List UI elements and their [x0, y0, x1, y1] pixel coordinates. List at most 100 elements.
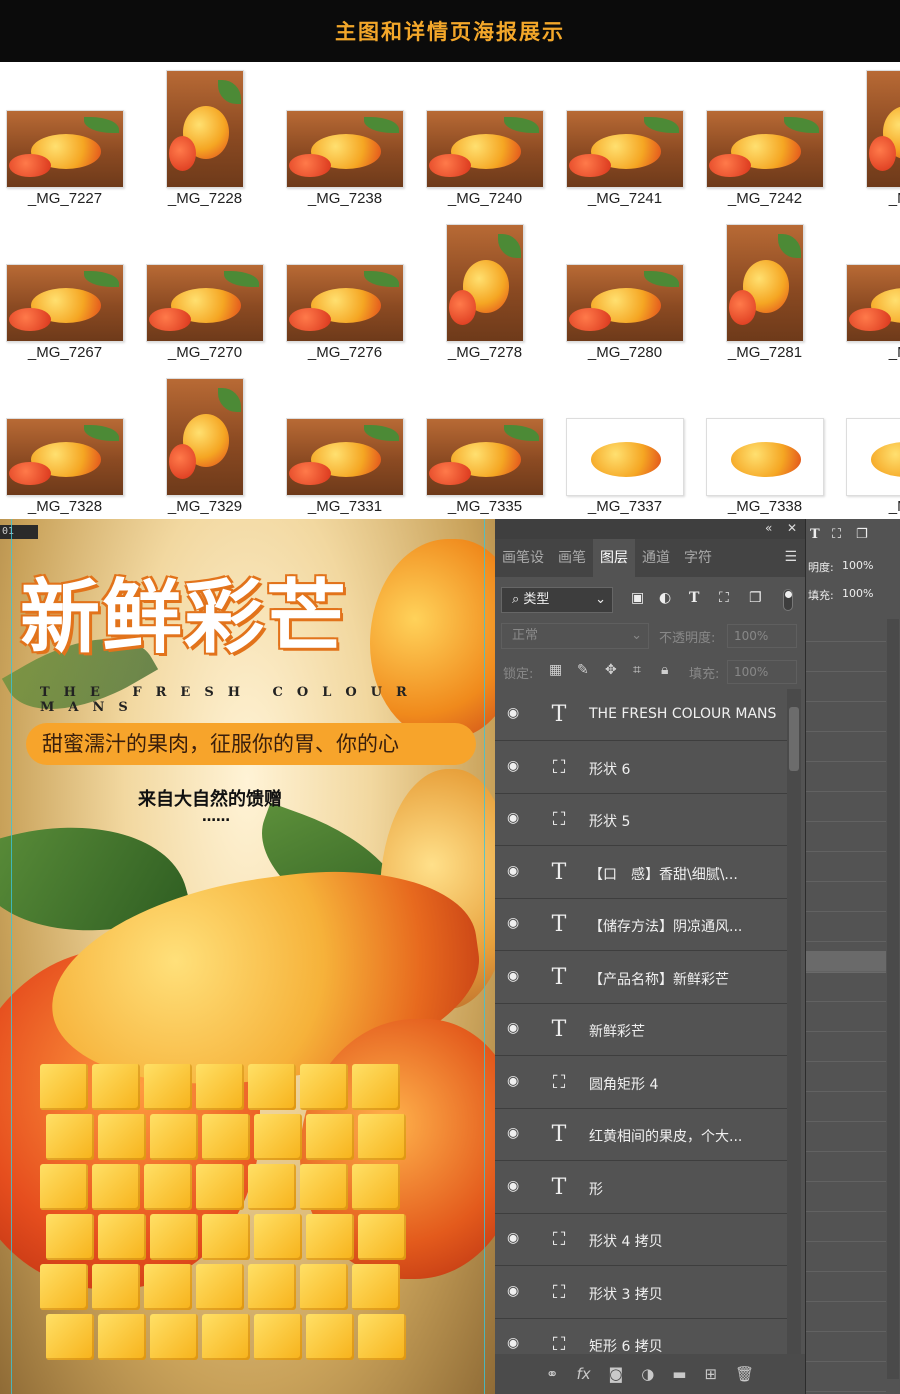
tab-1[interactable]: 画笔 [551, 539, 593, 577]
lock-all-icon[interactable]: 🔒︎ [661, 662, 668, 678]
close-icon[interactable]: ✕ [787, 521, 797, 535]
layer-name[interactable]: 形状 4 拷贝 [589, 1231, 663, 1251]
layer-row[interactable]: ◉ T 【口 感】香甜\细腻\... [495, 846, 787, 899]
shape-filter-icon[interactable]: ⛶ [719, 590, 729, 606]
guide-line-right[interactable] [484, 519, 485, 1394]
layer-mask-icon[interactable]: ◙ [609, 1365, 624, 1383]
thumbnail[interactable]: _MG_7329 [146, 370, 264, 518]
thumbnail[interactable]: _MG [846, 370, 900, 518]
thumbnail[interactable]: _MG_7281 [706, 216, 824, 364]
thumbnail[interactable]: _MG_7228 [146, 62, 264, 210]
layer-name[interactable]: 【产品名称】新鲜彩芒 [589, 969, 729, 989]
eye-icon[interactable]: ◉ [507, 1020, 523, 1036]
layer-row[interactable]: ◉ ⛶ 形状 3 拷贝 [495, 1266, 787, 1319]
guide-line-left[interactable] [11, 519, 12, 1394]
tab-2[interactable]: 图层 [593, 539, 635, 577]
layer-name[interactable]: 【口 感】香甜\细腻\... [589, 864, 738, 884]
layer-row[interactable]: ◉ T THE FRESH COLOUR MANS [495, 689, 787, 741]
thumbnail[interactable]: _MG_7240 [426, 62, 544, 210]
layer-row[interactable]: ◉ ⛶ 形状 5 [495, 794, 787, 846]
tab-0[interactable]: 画笔设 [495, 539, 551, 577]
smart-object-icon[interactable]: ❐ [856, 527, 868, 542]
layer-row[interactable]: ◉ ⛶ 形状 4 拷贝 [495, 1214, 787, 1266]
props-fill-value[interactable]: 100% [842, 587, 873, 600]
adjustment-layer-icon[interactable]: ◑ [641, 1365, 654, 1383]
thumbnail[interactable]: _MG_7337 [566, 370, 684, 518]
canvas-area[interactable]: 01 新鲜彩芒 THE FRESH COLOUR MANS 甜蜜濡汁的果肉，征服… [0, 519, 495, 1394]
eye-icon[interactable]: ◉ [507, 1283, 523, 1299]
eye-icon[interactable]: ◉ [507, 1125, 523, 1141]
new-group-icon[interactable]: ▬ [672, 1365, 686, 1383]
type-filter-icon[interactable]: T [689, 590, 699, 606]
fill-input[interactable]: 100% [727, 660, 797, 684]
thumbnail[interactable]: _MG_7242 [706, 62, 824, 210]
trash-icon[interactable]: 🗑︎ [735, 1365, 754, 1383]
thumbnail[interactable]: _MG_7267 [6, 216, 124, 364]
eye-icon[interactable]: ◉ [507, 1230, 523, 1246]
eye-icon[interactable]: ◉ [507, 1335, 523, 1351]
layer-row[interactable]: ◉ T 【产品名称】新鲜彩芒 [495, 951, 787, 1004]
thumbnail[interactable]: _MG_7331 [286, 370, 404, 518]
pixel-filter-icon[interactable]: ▣ [631, 590, 644, 606]
tab-3[interactable]: 通道 [635, 539, 677, 577]
thumbnail[interactable]: _MG_7238 [286, 62, 404, 210]
thumbnail[interactable]: _MG [846, 62, 900, 210]
lock-paint-icon[interactable]: ✎ [577, 662, 589, 678]
eye-icon[interactable]: ◉ [507, 705, 523, 721]
tab-4[interactable]: 字符 [677, 539, 719, 577]
transform-icon[interactable]: ⛶ [832, 527, 841, 542]
thumbnail[interactable]: _MG_7328 [6, 370, 124, 518]
collapse-icon[interactable]: « [765, 521, 772, 535]
layer-name[interactable]: THE FRESH COLOUR MANS [589, 706, 776, 722]
eye-icon[interactable]: ◉ [507, 968, 523, 984]
layer-name[interactable]: 形状 3 拷贝 [589, 1284, 663, 1304]
thumbnail[interactable]: _MG_7338 [706, 370, 824, 518]
props-opacity-value[interactable]: 100% [842, 559, 873, 572]
layer-name[interactable]: 形状 5 [589, 811, 630, 831]
thumbnail[interactable]: _MG [846, 216, 900, 364]
poster-slogan-pill[interactable]: 甜蜜濡汁的果肉，征服你的胃、你的心 [26, 723, 476, 765]
thumbnail[interactable]: _MG_7276 [286, 216, 404, 364]
eye-icon[interactable]: ◉ [507, 810, 523, 826]
poster-title[interactable]: 新鲜彩芒 [20, 553, 348, 669]
thumbnail[interactable]: _MG_7280 [566, 216, 684, 364]
layer-row[interactable]: ◉ ⛶ 矩形 6 拷贝 [495, 1319, 787, 1354]
thumbnail[interactable]: _MG_7241 [566, 62, 684, 210]
filter-toggle[interactable] [783, 589, 793, 611]
layer-name[interactable]: 圆角矩形 4 [589, 1074, 658, 1094]
new-layer-icon[interactable]: ⊞ [704, 1365, 717, 1383]
layer-name[interactable]: 红黄相间的果皮，个大... [589, 1126, 742, 1146]
eye-icon[interactable]: ◉ [507, 863, 523, 879]
layer-name[interactable]: 【储存方法】阴凉通风... [589, 916, 742, 936]
poster-subtitle[interactable]: THE FRESH COLOUR MANS [40, 685, 495, 715]
document-tab[interactable]: 01 [0, 525, 38, 539]
layer-row[interactable]: ◉ T 红黄相间的果皮，个大... [495, 1109, 787, 1161]
layer-row[interactable]: ◉ T 新鲜彩芒 [495, 1004, 787, 1056]
link-layers-icon[interactable]: ⚭ [546, 1365, 559, 1383]
fx-icon[interactable]: fx [576, 1365, 590, 1383]
lock-move-icon[interactable]: ✥ [605, 662, 617, 678]
panel-menu-icon[interactable]: ☰ [784, 549, 797, 565]
lock-transparent-icon[interactable]: ▦ [549, 662, 562, 678]
layer-name[interactable]: 形 [589, 1179, 603, 1199]
blend-mode-select[interactable]: 正常 ⌄ [501, 623, 649, 649]
lock-artboard-icon[interactable]: ⌗ [633, 662, 641, 678]
thumbnail[interactable]: _MG_7227 [6, 62, 124, 210]
props-scrollbar[interactable] [887, 619, 899, 1379]
layer-row[interactable]: ◉ ⛶ 形状 6 [495, 741, 787, 794]
layer-row[interactable]: ◉ T 【储存方法】阴凉通风... [495, 899, 787, 951]
type-icon[interactable]: T [810, 527, 820, 542]
layer-name[interactable]: 矩形 6 拷贝 [589, 1336, 663, 1354]
layer-filter-select[interactable]: ⌕ 类型 ⌄ [501, 587, 613, 613]
poster-gift-text[interactable]: 来自大自然的馈赠 [138, 785, 282, 811]
layer-scrollbar[interactable] [787, 689, 801, 1354]
layer-name[interactable]: 形状 6 [589, 759, 630, 779]
eye-icon[interactable]: ◉ [507, 1178, 523, 1194]
eye-icon[interactable]: ◉ [507, 915, 523, 931]
layer-row[interactable]: ◉ T 形 [495, 1161, 787, 1214]
eye-icon[interactable]: ◉ [507, 1073, 523, 1089]
thumbnail[interactable]: _MG_7335 [426, 370, 544, 518]
opacity-input[interactable]: 100% [727, 624, 797, 648]
eye-icon[interactable]: ◉ [507, 758, 523, 774]
layer-scrollbar-thumb[interactable] [789, 707, 799, 771]
